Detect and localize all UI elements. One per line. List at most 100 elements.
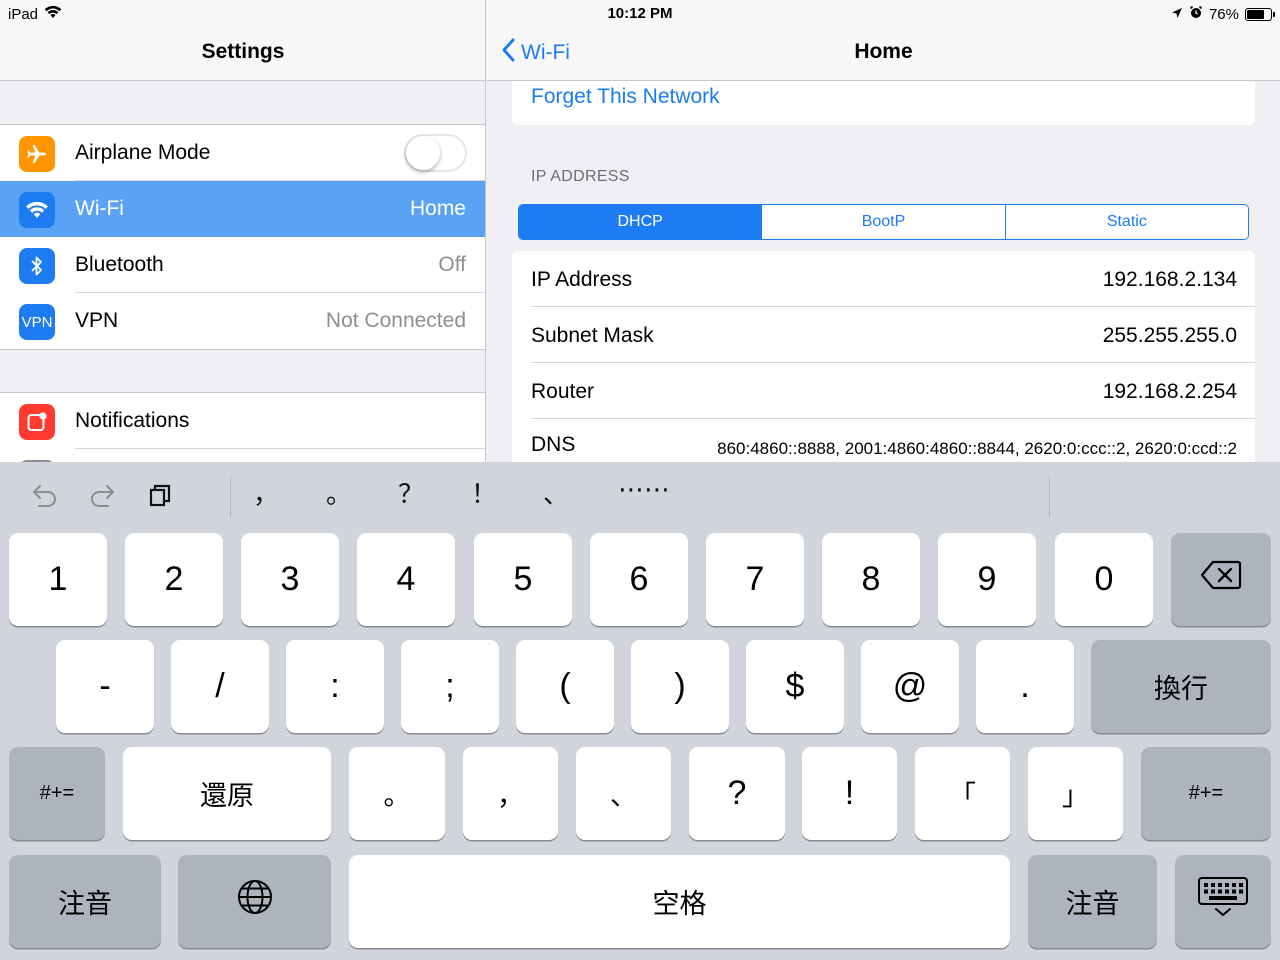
space-key[interactable]: 空格 xyxy=(349,855,1010,948)
key-period[interactable]: . xyxy=(976,640,1074,733)
settings-title: Settings xyxy=(201,40,285,63)
airplane-icon xyxy=(19,136,55,172)
symbols-key-left[interactable]: #+= xyxy=(9,747,105,840)
key-semicolon[interactable]: ; xyxy=(401,640,499,733)
return-key[interactable]: 換行 xyxy=(1091,640,1271,733)
row-value: 192.168.2.254 xyxy=(1102,380,1237,403)
key-2[interactable]: 2 xyxy=(125,533,223,626)
key-1[interactable]: 1 xyxy=(9,533,107,626)
battery-fill xyxy=(1247,9,1264,19)
keyboard-dismiss-icon xyxy=(1197,876,1249,927)
symbols-key-right[interactable]: #+= xyxy=(1141,747,1271,840)
zhuyin-key-right[interactable]: 注音 xyxy=(1028,855,1157,948)
network-detail-pane: Wi-Fi Home Forget This Network IP ADDRES… xyxy=(487,0,1280,462)
undo-key[interactable]: 還原 xyxy=(123,747,331,840)
key-close-paren[interactable]: ) xyxy=(631,640,729,733)
sidebar-item-label: Airplane Mode xyxy=(75,141,211,164)
key-enumeration-comma[interactable]: 、 xyxy=(576,747,671,840)
network-title: Home xyxy=(854,40,913,63)
candidate-key[interactable]: ！ xyxy=(464,474,504,511)
dns-row[interactable]: DNS 860:4860::8888, 2001:4860:4860::8844… xyxy=(512,419,1255,462)
status-right: 76% xyxy=(1171,5,1275,23)
redo-icon[interactable] xyxy=(85,480,119,510)
battery-icon xyxy=(1245,7,1275,21)
key-ideographic-period[interactable]: 。 xyxy=(349,747,445,840)
vpn-icon: VPN xyxy=(19,304,55,340)
airplane-mode-toggle[interactable] xyxy=(404,134,467,172)
key-8[interactable]: 8 xyxy=(822,533,920,626)
key-open-paren[interactable]: ( xyxy=(516,640,614,733)
paste-icon[interactable] xyxy=(143,480,177,510)
forget-network-button[interactable]: Forget This Network xyxy=(531,85,720,109)
key-6[interactable]: 6 xyxy=(590,533,688,626)
sidebar-item-value: Off xyxy=(438,253,466,276)
sidebar-item-wifi[interactable]: Wi-Fi Home xyxy=(0,181,485,237)
toolbar-divider xyxy=(230,476,231,518)
row-key: DNS xyxy=(531,433,576,456)
key-dollar[interactable]: $ xyxy=(746,640,844,733)
alarm-clock-icon xyxy=(1189,5,1203,23)
sidebar-item-partial[interactable] xyxy=(0,449,485,462)
segment-bootp[interactable]: BootP xyxy=(761,205,1005,239)
candidate-key[interactable]: ， xyxy=(246,474,286,511)
ip-mode-segmented-control: DHCP BootP Static xyxy=(518,204,1249,240)
sidebar-item-label: Bluetooth xyxy=(75,253,164,276)
ip-address-row[interactable]: IP Address 192.168.2.134 xyxy=(512,251,1255,307)
candidate-key[interactable]: ⋯⋯ xyxy=(612,474,676,505)
wifi-signal-icon xyxy=(44,5,62,23)
key-question[interactable]: ? xyxy=(689,747,785,840)
key-at[interactable]: @ xyxy=(861,640,959,733)
key-5[interactable]: 5 xyxy=(474,533,572,626)
segment-static[interactable]: Static xyxy=(1004,205,1248,239)
row-key: Subnet Mask xyxy=(531,324,654,347)
segment-dhcp[interactable]: DHCP xyxy=(519,205,762,239)
subnet-mask-row[interactable]: Subnet Mask 255.255.255.0 xyxy=(512,307,1255,363)
forget-network-cell[interactable]: Forget This Network xyxy=(512,81,1255,125)
backspace-icon xyxy=(1200,560,1242,599)
sidebar-item-label: VPN xyxy=(75,309,119,332)
key-fullwidth-comma[interactable]: ， xyxy=(463,747,558,840)
zhuyin-key-left[interactable]: 注音 xyxy=(9,855,161,948)
router-row[interactable]: Router 192.168.2.254 xyxy=(512,363,1255,419)
status-bar: iPad 10:12 PM 76% xyxy=(0,0,1280,26)
keyboard: ， 。 ？ ！ 、 ⋯⋯ 1 2 3 4 5 6 7 8 9 0 - / : ;… xyxy=(0,462,1280,960)
wifi-icon xyxy=(19,192,55,228)
globe-icon xyxy=(236,878,274,925)
undo-icon[interactable] xyxy=(28,480,62,510)
status-time: 10:12 PM xyxy=(607,5,673,22)
sidebar-item-value: Not Connected xyxy=(325,309,466,332)
row-value: 192.168.2.134 xyxy=(1102,268,1237,291)
sidebar-item-label: Notifications xyxy=(75,409,190,432)
notifications-icon xyxy=(19,404,55,440)
sidebar-item-vpn[interactable]: VPN VPN Not Connected xyxy=(0,293,485,349)
battery-percent: 76% xyxy=(1208,5,1239,23)
sidebar-item-notifications[interactable]: Notifications xyxy=(0,393,485,449)
key-4[interactable]: 4 xyxy=(357,533,455,626)
key-7[interactable]: 7 xyxy=(706,533,804,626)
row-value: 860:4860::8888, 2001:4860:4860::8844, 26… xyxy=(717,439,1237,458)
toggle-knob xyxy=(406,136,440,170)
candidate-key[interactable]: ？ xyxy=(391,474,431,511)
key-close-corner-bracket[interactable]: 」 xyxy=(1028,747,1123,840)
settings-group-notifications: Notifications xyxy=(0,392,485,462)
key-colon[interactable]: : xyxy=(286,640,384,733)
bluetooth-icon xyxy=(19,248,55,284)
dismiss-keyboard-key[interactable] xyxy=(1175,855,1271,948)
candidate-key[interactable]: 、 xyxy=(536,474,576,511)
sidebar-item-airplane-mode[interactable]: Airplane Mode xyxy=(0,125,485,181)
row-key: IP Address xyxy=(531,268,633,291)
key-0[interactable]: 0 xyxy=(1055,533,1153,626)
status-left: iPad xyxy=(8,5,62,23)
key-slash[interactable]: / xyxy=(171,640,269,733)
key-3[interactable]: 3 xyxy=(241,533,339,626)
device-name: iPad xyxy=(8,5,39,23)
key-open-corner-bracket[interactable]: 「 xyxy=(915,747,1010,840)
row-value: 255.255.255.0 xyxy=(1102,324,1237,347)
candidate-key[interactable]: 。 xyxy=(319,474,359,511)
sidebar-item-bluetooth[interactable]: Bluetooth Off xyxy=(0,237,485,293)
delete-key[interactable] xyxy=(1171,533,1271,626)
key-hyphen[interactable]: - xyxy=(56,640,154,733)
globe-key[interactable] xyxy=(178,855,331,948)
key-exclamation[interactable]: ! xyxy=(802,747,897,840)
key-9[interactable]: 9 xyxy=(938,533,1036,626)
